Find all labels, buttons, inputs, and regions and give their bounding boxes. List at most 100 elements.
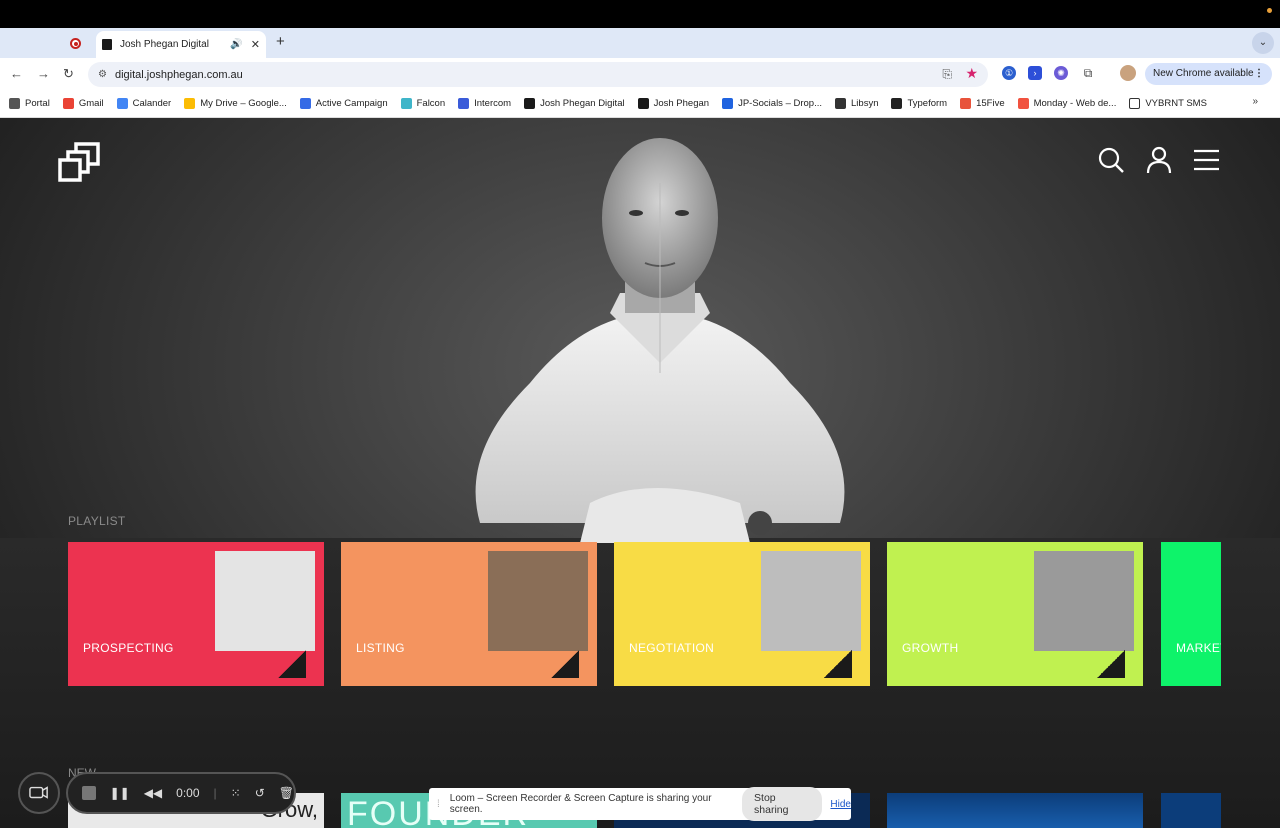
website-page: PLAYLIST PROSPECTING LISTING NEGOTIATION… <box>0 118 1280 828</box>
bookmark-label: JP-Socials – Drop... <box>738 98 823 109</box>
tab-strip: Josh Phegan Digital 🔊 ✕ + ⌄ <box>0 28 1280 58</box>
bookmark-label: Josh Phegan Digital <box>540 98 625 109</box>
forward-icon[interactable]: → <box>37 66 50 81</box>
camera-toggle-button[interactable] <box>18 772 60 814</box>
audio-icon[interactable]: 🔊 <box>230 39 242 50</box>
bookmark-favicon-icon <box>835 98 847 109</box>
search-icon[interactable] <box>1097 146 1125 174</box>
bookmark-item[interactable]: Josh Phegan Digital <box>524 98 625 109</box>
1password-icon[interactable]: ① <box>1002 66 1016 80</box>
bookmark-label: Typeform <box>907 98 948 109</box>
rewind-icon[interactable]: ◀◀ <box>144 786 162 800</box>
playlist-card-prospecting[interactable]: PROSPECTING <box>68 542 324 686</box>
recording-timer: 0:00 <box>176 786 200 800</box>
bookmark-favicon-icon <box>637 98 649 109</box>
card-label: MARKETING <box>1176 641 1221 655</box>
drawing-grid-icon[interactable]: ⁙ <box>231 786 241 800</box>
delete-icon[interactable]: 🗑 <box>279 786 294 800</box>
os-menu-bar <box>0 0 1280 28</box>
bookmark-label: Intercom <box>474 98 512 109</box>
bookmark-favicon-icon <box>184 98 196 109</box>
bookmark-item[interactable]: Active Campaign <box>299 98 388 109</box>
browser-chrome: Josh Phegan Digital 🔊 ✕ + ⌄ ← → ↻ ⚙ digi… <box>0 28 1280 118</box>
stop-recording-icon[interactable] <box>82 786 96 800</box>
bookmark-item[interactable]: 15Five <box>960 98 1005 109</box>
bookmark-star-icon[interactable]: ★ <box>965 65 978 82</box>
extension-star-icon[interactable]: ✺ <box>1054 66 1068 80</box>
playlist-heading: PLAYLIST <box>68 514 126 528</box>
bookmark-item[interactable]: My Drive – Google... <box>184 98 287 109</box>
stop-sharing-button[interactable]: Stop sharing <box>742 787 823 821</box>
card-photo <box>761 551 861 651</box>
bookmark-label: Monday - Web de... <box>1033 98 1117 109</box>
screen-share-banner: ⁞ Loom – Screen Recorder & Screen Captur… <box>429 787 851 821</box>
card-label: LISTING <box>356 641 405 655</box>
new-tab-button[interactable]: + <box>276 33 285 50</box>
bookmark-favicon-icon <box>524 98 536 109</box>
hide-button[interactable]: Hide <box>830 799 851 810</box>
recording-indicator <box>1267 8 1272 13</box>
playlist-card-growth[interactable]: GROWTH <box>887 542 1143 686</box>
bookmark-item[interactable]: Typeform <box>891 98 947 109</box>
pause-icon[interactable]: ❚❚ <box>110 786 130 800</box>
profile-avatar[interactable] <box>1120 65 1136 81</box>
bookmark-favicon-icon <box>116 98 128 109</box>
update-label: New Chrome available <box>1153 68 1254 79</box>
bookmark-item[interactable]: Libsyn <box>835 98 878 109</box>
bookmark-label: Falcon <box>416 98 446 109</box>
bookmark-item[interactable]: Gmail <box>62 98 104 109</box>
bookmark-favicon-icon <box>1129 98 1141 109</box>
new-video-thumb[interactable] <box>1161 793 1221 828</box>
drag-handle-icon[interactable]: ⁞ <box>437 799 440 810</box>
camera-icon <box>29 786 48 799</box>
bookmark-favicon-icon <box>458 98 470 109</box>
new-video-thumb[interactable] <box>887 793 1143 828</box>
tab-active[interactable]: Josh Phegan Digital 🔊 ✕ <box>96 31 266 58</box>
bookmark-item[interactable]: Intercom <box>458 98 511 109</box>
more-bookmarks-icon[interactable]: » <box>1252 96 1258 107</box>
recording-tab-icon[interactable] <box>70 38 81 49</box>
toolbar: ← → ↻ ⚙ digital.joshphegan.com.au ⎘ ★ ① … <box>0 58 1280 90</box>
address-bar[interactable]: ⚙ digital.joshphegan.com.au ⎘ ★ <box>88 62 988 87</box>
bookmark-item[interactable]: Portal <box>9 98 50 109</box>
site-settings-icon[interactable]: ⚙ <box>98 69 107 80</box>
loom-recording-bar: ❚❚ ◀◀ 0:00 | ⁙ ↺ 🗑 <box>66 772 296 814</box>
restart-icon[interactable]: ↺ <box>255 786 265 800</box>
bookmark-item[interactable]: Josh Phegan <box>637 98 709 109</box>
bookmark-favicon-icon <box>960 98 972 109</box>
card-fold-graphic <box>1097 650 1125 678</box>
card-fold-graphic <box>551 650 579 678</box>
reload-icon[interactable]: ↻ <box>63 66 74 82</box>
card-label: PROSPECTING <box>83 641 174 655</box>
playlist-card-listing[interactable]: LISTING <box>341 542 597 686</box>
bookmark-item[interactable]: VYBRNT SMS <box>1129 98 1207 109</box>
bookmark-favicon-icon <box>299 98 311 109</box>
bookmark-label: Calander <box>132 98 172 109</box>
card-photo <box>215 551 315 651</box>
menu-dots-icon[interactable]: ⋮ <box>1254 63 1264 85</box>
site-logo-icon[interactable] <box>58 142 102 184</box>
playlist-card-marketing[interactable]: MARKETING <box>1161 542 1221 686</box>
hero-portrait-image <box>475 138 845 543</box>
bookmark-item[interactable]: Falcon <box>400 98 446 109</box>
bookmark-item[interactable]: JP-Socials – Drop... <box>722 98 822 109</box>
install-app-icon[interactable]: ⎘ <box>942 67 952 82</box>
bookmark-item[interactable]: Monday - Web de... <box>1017 98 1117 109</box>
extensions-puzzle-icon[interactable]: ⧉ <box>1081 66 1095 80</box>
bookmark-item[interactable]: Calander <box>116 98 172 109</box>
hamburger-menu-icon[interactable] <box>1193 146 1221 174</box>
back-icon[interactable]: ← <box>10 66 23 81</box>
close-tab-icon[interactable]: ✕ <box>251 38 260 51</box>
tab-search-chevron-icon[interactable]: ⌄ <box>1252 32 1274 54</box>
bookmark-label: 15Five <box>976 98 1005 109</box>
card-label: NEGOTIATION <box>629 641 715 655</box>
bookmarks-bar: Portal Gmail Calander My Drive – Google... A… <box>0 90 1280 118</box>
playlist-card-negotiation[interactable]: NEGOTIATION <box>614 542 870 686</box>
update-chrome-button[interactable]: New Chrome available ⋮ <box>1145 63 1272 85</box>
account-icon[interactable] <box>1145 146 1173 174</box>
bookmark-favicon-icon <box>400 98 412 109</box>
bookmark-favicon-icon <box>9 98 20 109</box>
bookmark-label: Active Campaign <box>315 98 388 109</box>
active-campaign-ext-icon[interactable]: › <box>1028 66 1042 80</box>
bookmark-label: Gmail <box>78 98 104 109</box>
